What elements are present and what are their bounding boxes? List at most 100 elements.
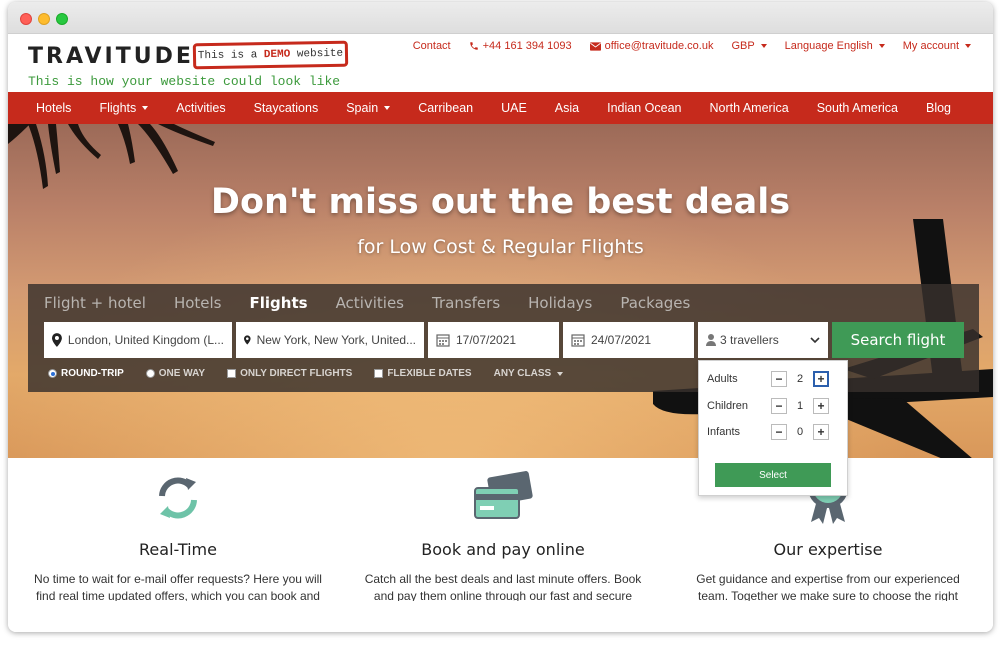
infants-count: 0 bbox=[796, 426, 804, 438]
feature-text: Get guidance and expertise from our expe… bbox=[696, 572, 960, 601]
nav-label: UAE bbox=[501, 101, 527, 115]
nav-item-hotels[interactable]: Hotels bbox=[22, 101, 85, 115]
site-logo[interactable]: TRAVITUDE bbox=[28, 44, 194, 69]
tab-flights[interactable]: Flights bbox=[250, 294, 308, 312]
demo-suffix: website bbox=[290, 47, 344, 61]
children-minus-button[interactable]: − bbox=[771, 398, 787, 414]
children-plus-button[interactable]: + bbox=[813, 398, 829, 414]
option-label: ROUND-TRIP bbox=[61, 368, 124, 379]
direct-flights-checkbox[interactable]: ONLY DIRECT FLIGHTS bbox=[227, 368, 352, 379]
nav-item-indian-ocean[interactable]: Indian Ocean bbox=[593, 101, 695, 115]
account-dropdown[interactable]: My account bbox=[903, 40, 971, 52]
logo-text: TRAVITUDE bbox=[28, 44, 194, 69]
chevron-down-icon bbox=[760, 44, 767, 48]
nav-item-carribean[interactable]: Carribean bbox=[404, 101, 487, 115]
from-field[interactable]: London, United Kingdom (L... bbox=[44, 322, 232, 358]
depart-date-field[interactable]: 17/07/2021 bbox=[428, 322, 559, 358]
depart-value: 17/07/2021 bbox=[456, 333, 517, 347]
top-links: Contact +44 161 394 1093 office@travitud… bbox=[413, 40, 971, 52]
language-dropdown[interactable]: Language English bbox=[785, 40, 885, 52]
hero-subtitle: for Low Cost & Regular Flights bbox=[357, 236, 644, 258]
from-value: London, United Kingdom (L... bbox=[67, 333, 224, 347]
children-label: Children bbox=[707, 400, 748, 412]
feature-book-online: Book and pay online Catch all the best d… bbox=[353, 458, 653, 601]
return-date-field[interactable]: 24/07/2021 bbox=[563, 322, 694, 358]
refresh-icon bbox=[159, 477, 197, 519]
feature-icon-wrap bbox=[28, 458, 328, 524]
demo-prefix: This is a bbox=[197, 49, 264, 63]
option-label: ANY CLASS bbox=[493, 368, 552, 379]
nav-item-uae[interactable]: UAE bbox=[487, 101, 541, 115]
adults-plus-button[interactable]: + bbox=[813, 371, 829, 387]
travellers-popup: Adults − 2 + Children − 1 + Infants − 0 … bbox=[698, 360, 848, 496]
currency-dropdown[interactable]: GBP bbox=[731, 40, 767, 52]
option-label: FLEXIBLE DATES bbox=[387, 368, 472, 379]
nav-label: Staycations bbox=[253, 101, 319, 115]
tab-flight-hotel[interactable]: Flight + hotel bbox=[44, 294, 146, 312]
phone-label: +44 161 394 1093 bbox=[482, 40, 572, 52]
search-flight-button[interactable]: Search flight bbox=[832, 322, 964, 358]
round-trip-radio[interactable]: ROUND-TRIP bbox=[48, 368, 124, 379]
nav-item-north-america[interactable]: North America bbox=[695, 101, 802, 115]
nav-item-staycations[interactable]: Staycations bbox=[240, 101, 333, 115]
tab-packages[interactable]: Packages bbox=[620, 294, 690, 312]
feature-title: Real-Time bbox=[139, 540, 217, 559]
nav-label: Indian Ocean bbox=[607, 101, 682, 115]
tab-hotels[interactable]: Hotels bbox=[174, 294, 222, 312]
children-count: 1 bbox=[796, 400, 804, 412]
site-header: TRAVITUDE This is a DEMO website This is… bbox=[8, 34, 993, 92]
children-row: Children − 1 + bbox=[707, 396, 837, 416]
nav-label: Activities bbox=[176, 101, 226, 115]
demo-stamp: This is a DEMO website bbox=[192, 40, 349, 70]
nav-item-spain[interactable]: Spain bbox=[332, 101, 404, 115]
select-travellers-button[interactable]: Select bbox=[715, 463, 831, 487]
flexible-dates-checkbox[interactable]: FLEXIBLE DATES bbox=[374, 368, 472, 379]
nav-label: Spain bbox=[346, 101, 379, 115]
credit-card-icon bbox=[474, 471, 533, 519]
hero-title: Don't miss out the best deals bbox=[210, 182, 791, 222]
language-label: Language English bbox=[784, 40, 873, 52]
tab-activities[interactable]: Activities bbox=[336, 294, 404, 312]
adults-count: 2 bbox=[796, 373, 804, 385]
chevron-down-icon bbox=[965, 44, 971, 48]
checkbox-unchecked bbox=[374, 369, 384, 378]
nav-item-asia[interactable]: Asia bbox=[541, 101, 593, 115]
infants-plus-button[interactable]: + bbox=[813, 424, 829, 440]
nav-item-south-america[interactable]: South America bbox=[803, 101, 912, 115]
checkbox-unchecked bbox=[227, 369, 237, 378]
phone-link[interactable]: +44 161 394 1093 bbox=[469, 40, 572, 52]
radio-unselected bbox=[145, 369, 155, 378]
to-field[interactable]: New York, New York, United... bbox=[236, 322, 424, 358]
minimize-window-button[interactable] bbox=[38, 13, 50, 25]
maximize-window-button[interactable] bbox=[56, 13, 68, 25]
nav-item-blog[interactable]: Blog bbox=[912, 101, 965, 115]
option-label: ONE WAY bbox=[158, 368, 206, 379]
nav-label: Flights bbox=[99, 101, 137, 115]
tab-holidays[interactable]: Holidays bbox=[528, 294, 592, 312]
infants-minus-button[interactable]: − bbox=[771, 424, 787, 440]
travellers-value: 3 travellers bbox=[720, 333, 779, 347]
adults-label: Adults bbox=[707, 373, 738, 385]
travellers-dropdown[interactable]: 3 travellers bbox=[698, 322, 828, 358]
email-link[interactable]: office@travitude.co.uk bbox=[589, 40, 713, 52]
close-window-button[interactable] bbox=[20, 13, 32, 25]
class-dropdown[interactable]: ANY CLASS bbox=[494, 368, 564, 379]
calendar-icon bbox=[436, 334, 450, 347]
nav-label: South America bbox=[816, 101, 898, 115]
nav-item-activities[interactable]: Activities bbox=[162, 101, 239, 115]
adults-minus-button[interactable]: − bbox=[771, 371, 787, 387]
nav-item-flights[interactable]: Flights bbox=[85, 101, 162, 115]
return-value: 24/07/2021 bbox=[591, 333, 652, 347]
tab-transfers[interactable]: Transfers bbox=[432, 294, 500, 312]
demo-strong: DEMO bbox=[263, 48, 291, 62]
chevron-down-icon bbox=[557, 371, 564, 376]
infants-row: Infants − 0 + bbox=[707, 422, 837, 442]
contact-link[interactable]: Contact bbox=[413, 40, 451, 52]
nav-label: North America bbox=[709, 101, 789, 115]
main-nav: Hotels Flights Activities Staycations Sp… bbox=[8, 92, 993, 124]
person-icon bbox=[706, 334, 716, 346]
adults-row: Adults − 2 + bbox=[707, 369, 837, 389]
one-way-radio[interactable]: ONE WAY bbox=[145, 368, 206, 379]
nav-label: Carribean bbox=[418, 101, 474, 115]
nav-label: Hotels bbox=[36, 101, 72, 115]
